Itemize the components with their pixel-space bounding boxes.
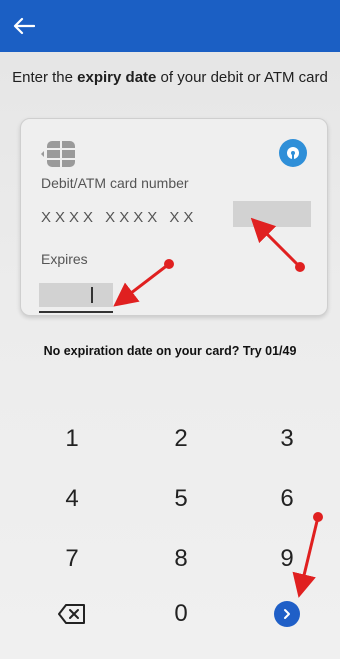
card-number-redaction <box>233 201 311 227</box>
expiry-hint: No expiration date on your card? Try 01/… <box>43 344 297 358</box>
backspace-icon <box>58 604 85 624</box>
key-6[interactable]: 6 <box>252 474 322 524</box>
bank-logo-icon <box>279 139 307 167</box>
app-bar <box>0 0 340 52</box>
back-button[interactable] <box>10 12 38 40</box>
text-cursor <box>91 287 93 303</box>
backspace-button[interactable] <box>37 589 107 639</box>
key-8[interactable]: 8 <box>146 534 216 584</box>
card-chip-icon <box>41 141 75 167</box>
next-button[interactable] <box>252 589 322 639</box>
title-prefix: Enter the <box>12 69 78 86</box>
key-4[interactable]: 4 <box>37 474 107 524</box>
chevron-right-icon <box>274 601 300 627</box>
expiry-redaction <box>39 283 113 307</box>
title-bold: expiry date <box>77 69 157 86</box>
key-5[interactable]: 5 <box>146 474 216 524</box>
debit-card: Debit/ATM card number XXXX XXXX XX Expir… <box>20 118 328 316</box>
page-title: Enter the expiry date of your debit or A… <box>10 68 330 87</box>
card-number-label: Debit/ATM card number <box>41 175 189 191</box>
title-suffix: of your debit or ATM card <box>156 69 328 86</box>
arrow-left-icon <box>13 17 35 35</box>
key-1[interactable]: 1 <box>37 414 107 464</box>
key-9[interactable]: 9 <box>252 534 322 584</box>
key-3[interactable]: 3 <box>252 414 322 464</box>
expiry-input[interactable] <box>39 283 113 313</box>
key-7[interactable]: 7 <box>37 534 107 584</box>
content: Enter the expiry date of your debit or A… <box>0 52 340 659</box>
card-number-masked: XXXX XXXX XX <box>41 209 198 226</box>
key-0[interactable]: 0 <box>146 589 216 639</box>
expires-label: Expires <box>41 251 88 267</box>
key-2[interactable]: 2 <box>146 414 216 464</box>
